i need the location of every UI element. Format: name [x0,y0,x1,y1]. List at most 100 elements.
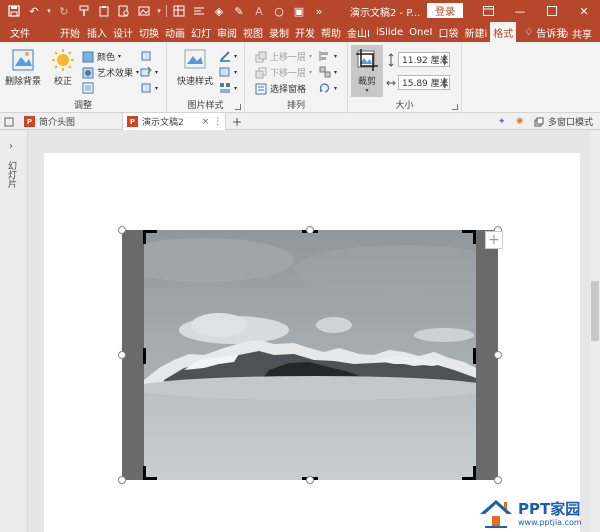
mountain-photo[interactable] [144,230,476,480]
undo-dropdown-icon[interactable]: ▾ [44,0,54,22]
send-backward-button[interactable]: 下移一层 ▾ [255,66,312,79]
width-field[interactable]: 15.89 厘米 ▲ ▼ [386,75,450,90]
doc-tab-intro[interactable]: P 简介头图 [20,113,120,130]
tab-insert[interactable]: 插入 [84,22,110,42]
picture-layout-button[interactable]: ▾ [219,82,237,94]
more-vertical-icon[interactable]: ⋮ [213,117,222,127]
resize-handle-bottom-left[interactable] [118,476,126,484]
shape-rect-icon[interactable]: ▣ [289,0,309,22]
clipboard-icon[interactable] [94,0,114,22]
align-icon[interactable] [189,0,209,22]
tab-transitions[interactable]: 切换 [136,22,162,42]
width-input[interactable]: 15.89 厘米 ▲ ▼ [398,75,450,90]
close-icon[interactable]: × [202,117,210,127]
change-picture-button[interactable]: ▾ [140,66,158,78]
spinner-arrows-icon[interactable]: ▲ ▼ [442,76,447,90]
shape-fill-icon[interactable]: ◈ [209,0,229,22]
correct-button[interactable]: 校正 [48,48,78,87]
tab-file[interactable]: 文件 [0,22,40,42]
tab-design[interactable]: 设计 [110,22,136,42]
compress-pictures-button[interactable] [140,50,152,62]
resize-handle-bottom-right[interactable] [494,476,502,484]
share-label: 共享 [572,30,592,41]
art-effect-button[interactable]: 艺术效果 ▾ [82,66,139,79]
tab-developer[interactable]: 开发 [292,22,318,42]
dialog-launcher-icon[interactable] [452,104,458,110]
multi-window-button[interactable]: 多窗口模式 [530,113,600,130]
maximize-icon[interactable] [536,0,568,22]
spinner-arrows-icon[interactable]: ▲ ▼ [442,53,447,67]
minimize-icon[interactable]: — [504,0,536,22]
reset-picture-button[interactable]: ▾ [140,82,158,94]
picture-icon[interactable] [134,0,154,22]
resize-handle-left[interactable] [118,351,126,359]
thumbnail-pane-label[interactable]: 幻灯片 [6,161,18,188]
resize-handle-top-left[interactable] [118,226,126,234]
dialog-launcher-icon[interactable] [235,104,241,110]
tab-review[interactable]: 审阅 [214,22,240,42]
resize-handle-right[interactable] [494,351,502,359]
eyedropper-icon[interactable]: ✎ [229,0,249,22]
selection-pane-button[interactable]: 选择窗格 [255,82,306,95]
tab-islide[interactable]: iSlide [373,22,406,42]
undo-icon[interactable]: ↶ [24,0,44,22]
login-button[interactable]: 登录 [427,3,463,18]
resize-handle-top[interactable] [306,226,314,234]
doc-tab-presentation2[interactable]: P 演示文稿2 × ⋮ [122,113,226,130]
group-size: 裁剪 ▾ 11.92 厘米 ▲ ▼ 15.89 厘米 ▲ ▼ 大小 [348,42,462,113]
layout-options-button[interactable]: + [485,231,503,249]
tab-kingsoft[interactable]: 金山I [344,22,373,42]
tab-pocket[interactable]: 口袋 [435,22,461,42]
find-icon[interactable] [114,0,134,22]
share-button[interactable]: ⚇ 共享 [560,26,592,41]
crop-handle-top-right[interactable] [473,230,476,244]
resize-handle-bottom[interactable] [306,476,314,484]
tab-record[interactable]: 录制 [266,22,292,42]
group-size-label: 大小 [395,101,414,111]
save-icon[interactable] [4,0,24,22]
shape-circle-icon[interactable]: ○ [269,0,289,22]
table-icon[interactable] [169,0,189,22]
puzzle-button[interactable]: ✦ [494,113,510,130]
ribbon-display-icon[interactable] [472,0,504,22]
tab-format[interactable]: 格式 [490,22,517,42]
crop-handle-right[interactable] [473,348,476,364]
group-objects-button[interactable]: ▾ [319,66,337,78]
new-tab-button[interactable]: + [228,113,244,130]
font-color-icon[interactable]: A [249,0,269,22]
remove-background-button[interactable]: 删除背景 [4,48,42,87]
rotate-button[interactable]: ▾ [319,82,337,94]
crop-handle-top-left[interactable] [143,230,146,244]
picture-border-button[interactable]: ▾ [219,50,237,62]
chevron-right-icon[interactable]: › [9,141,13,152]
doc-tab-nav[interactable] [0,113,18,130]
crop-handle-bottom-right[interactable] [473,466,476,480]
scrollbar-thumb[interactable] [591,281,599,341]
height-input[interactable]: 11.92 厘米 ▲ ▼ [398,52,450,67]
crop-handle-left[interactable] [143,348,146,364]
tab-new[interactable]: 新建i [461,22,490,42]
crop-button[interactable]: 裁剪 ▾ [351,45,383,97]
cropped-picture[interactable] [122,230,498,480]
qat-dropdown-icon[interactable]: ▾ [154,0,164,22]
redo-icon[interactable]: ↻ [54,0,74,22]
tab-help[interactable]: 帮助 [318,22,344,42]
format-painter-icon[interactable] [74,0,94,22]
height-field[interactable]: 11.92 厘米 ▲ ▼ [386,52,450,67]
tab-animations[interactable]: 动画 [162,22,188,42]
tab-home[interactable]: 开始 [40,22,84,42]
close-icon[interactable]: ✕ [568,0,600,22]
bring-forward-button[interactable]: 上移一层 ▾ [255,50,312,63]
more-icon[interactable]: » [309,0,329,22]
settings-button[interactable]: ✺ [512,113,528,130]
color-button[interactable]: 颜色 ▾ [82,50,121,63]
tab-onekey[interactable]: OneI [406,22,435,42]
align-objects-button[interactable]: ▾ [319,50,337,62]
tab-slideshow[interactable]: 幻灯 [188,22,214,42]
crop-handle-bottom-left[interactable] [143,466,146,480]
transparency-button[interactable] [82,82,94,94]
vertical-scrollbar[interactable] [590,131,600,532]
tab-view[interactable]: 视图 [240,22,266,42]
picture-effect-button[interactable]: ▾ [219,66,237,78]
quick-style-button[interactable]: 快速样式 [173,48,217,87]
